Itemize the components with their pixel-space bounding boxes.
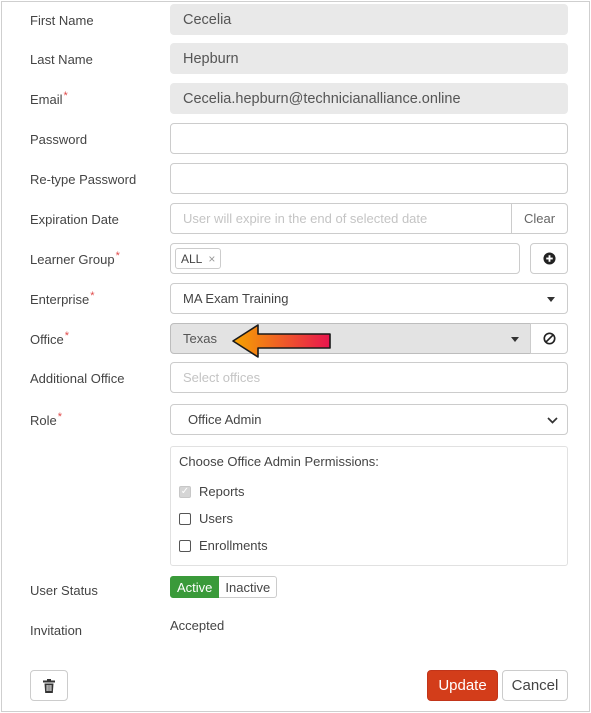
office-select[interactable]: Texas — [170, 323, 532, 354]
last-name-value: Hepburn — [183, 50, 239, 67]
status-active-button[interactable]: Active — [170, 576, 220, 598]
learner-group-label: Learner Group* — [30, 250, 120, 267]
permission-enrollments[interactable]: Enrollments — [179, 538, 268, 553]
office-label: Office* — [30, 330, 69, 347]
enterprise-label-text: Enterprise — [30, 292, 90, 307]
permission-reports[interactable]: ✓ Reports — [179, 484, 245, 499]
email-label-text: Email — [30, 92, 63, 107]
permission-label: Enrollments — [199, 538, 268, 553]
additional-office-select[interactable]: Select offices — [170, 362, 568, 393]
learner-group-label-text: Learner Group — [30, 252, 115, 267]
user-status-label: User Status — [30, 583, 98, 598]
password-label: Password — [30, 132, 88, 147]
enterprise-label: Enterprise* — [30, 290, 95, 307]
clear-date-button[interactable]: Clear — [511, 203, 568, 234]
permission-users[interactable]: Users — [179, 511, 233, 526]
learner-group-tag: ALL × — [175, 248, 222, 269]
enterprise-value: MA Exam Training — [183, 291, 289, 306]
annotation-arrow-icon — [232, 324, 331, 358]
office-label-text: Office — [30, 332, 64, 347]
user-status-toggle: Active Inactive — [170, 576, 278, 598]
required-marker: * — [64, 330, 69, 342]
users-checkbox[interactable] — [179, 512, 191, 525]
role-select[interactable]: Office Admin — [170, 404, 568, 435]
additional-office-label: Additional Office — [30, 371, 125, 386]
role-label: Role* — [30, 411, 63, 428]
required-marker: * — [57, 411, 63, 423]
plus-circle-icon — [542, 252, 556, 265]
required-marker: * — [115, 250, 120, 262]
learner-group-select[interactable]: ALL × — [170, 243, 520, 274]
expiration-date-placeholder: User will expire in the end of selected … — [183, 211, 428, 226]
cancel-button[interactable]: Cancel — [502, 670, 568, 701]
caret-down-icon — [547, 297, 555, 302]
user-edit-form: First Name Cecelia Last Name Hepburn Ema… — [1, 1, 590, 712]
trash-icon — [43, 678, 55, 693]
permission-label: Reports — [199, 484, 245, 499]
invitation-status: Accepted — [170, 618, 225, 633]
additional-office-placeholder: Select offices — [183, 370, 261, 385]
retype-password-input[interactable] — [170, 163, 568, 194]
tag-label: ALL — [181, 251, 203, 266]
chevron-down-icon — [547, 417, 558, 424]
status-inactive-button[interactable]: Inactive — [219, 576, 278, 598]
expiration-date-input[interactable]: User will expire in the end of selected … — [170, 203, 512, 234]
role-value: Office Admin — [188, 412, 262, 427]
email-value: Cecelia.hepburn@technicianalliance.onlin… — [183, 90, 461, 107]
ban-icon — [542, 332, 556, 345]
enrollments-checkbox[interactable] — [179, 539, 191, 552]
required-marker: * — [63, 90, 68, 102]
first-name-field[interactable]: Cecelia — [170, 4, 568, 35]
permissions-title: Choose Office Admin Permissions: — [179, 454, 379, 469]
last-name-field[interactable]: Hepburn — [170, 43, 568, 74]
remove-tag-icon[interactable]: × — [208, 252, 215, 266]
email-field[interactable]: Cecelia.hepburn@technicianalliance.onlin… — [170, 83, 568, 114]
permissions-panel: Choose Office Admin Permissions: ✓ Repor… — [170, 446, 568, 566]
invitation-label: Invitation — [30, 623, 83, 638]
caret-down-icon — [511, 337, 519, 342]
retype-password-label: Re-type Password — [30, 172, 137, 187]
first-name-value: Cecelia — [183, 11, 232, 28]
expiration-date-label: Expiration Date — [30, 212, 119, 227]
role-label-text: Role — [30, 413, 57, 428]
permission-label: Users — [199, 511, 233, 526]
office-value: Texas — [183, 331, 217, 346]
update-button[interactable]: Update — [427, 670, 498, 701]
enterprise-select[interactable]: MA Exam Training — [170, 283, 568, 314]
email-label: Email* — [30, 90, 68, 107]
first-name-label: First Name — [30, 13, 94, 28]
delete-user-button[interactable] — [30, 670, 68, 701]
reports-checkbox[interactable]: ✓ — [179, 485, 191, 498]
last-name-label: Last Name — [30, 52, 93, 67]
required-marker: * — [90, 290, 95, 302]
password-input[interactable] — [170, 123, 568, 154]
clear-office-button[interactable] — [530, 323, 568, 354]
add-learner-group-button[interactable] — [530, 243, 568, 274]
